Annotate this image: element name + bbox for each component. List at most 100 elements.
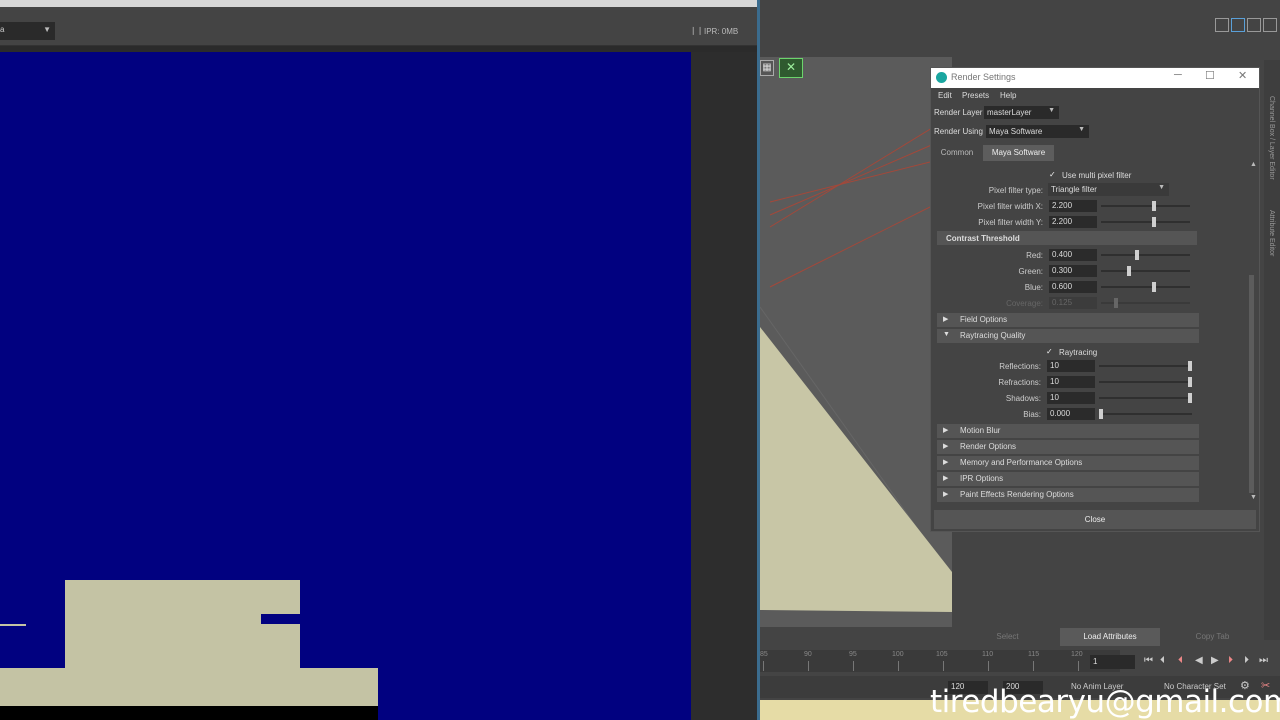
attribute-editor-icon[interactable] bbox=[1231, 18, 1245, 32]
step-forward-frame-icon[interactable]: ⏵ bbox=[1228, 655, 1233, 666]
pixel-filter-type-dropdown[interactable]: Triangle filter ▼ bbox=[1048, 183, 1169, 196]
scrollbar-thumb[interactable] bbox=[1249, 275, 1254, 493]
maximize-icon[interactable]: ☐ bbox=[1205, 69, 1215, 82]
channel-box-tab[interactable]: Channel Box / Layer Editor bbox=[1268, 96, 1275, 180]
tab-common[interactable]: Common bbox=[934, 145, 980, 161]
pixel-filter-width-y-field[interactable]: 2.200 bbox=[1049, 216, 1097, 228]
reflections-field[interactable]: 10 bbox=[1047, 360, 1095, 372]
slider-handle[interactable] bbox=[1099, 409, 1103, 419]
camera-dropdown[interactable]: a ▼ bbox=[0, 22, 55, 40]
slider-track[interactable] bbox=[1099, 365, 1192, 367]
play-back-icon[interactable]: ◀ bbox=[1195, 655, 1203, 666]
render-layer-dropdown[interactable]: masterLayer ▼ bbox=[984, 106, 1059, 119]
tick-label: 115 bbox=[1028, 651, 1040, 658]
tick-mark bbox=[763, 661, 764, 671]
blue-field[interactable]: 0.600 bbox=[1049, 281, 1097, 293]
slider-handle[interactable] bbox=[1135, 250, 1139, 260]
menu-help[interactable]: Help bbox=[1000, 91, 1016, 100]
tool-settings-icon[interactable] bbox=[1247, 18, 1261, 32]
slider-handle[interactable] bbox=[1126, 266, 1131, 276]
copy-tab-button[interactable]: Copy Tab bbox=[1160, 628, 1265, 646]
slider-track[interactable] bbox=[1099, 397, 1192, 399]
camera-toggle-icon[interactable]: ✕ bbox=[779, 58, 803, 78]
watermark-text: tiredbearyu@gmail.com bbox=[930, 684, 1280, 720]
slider-handle[interactable] bbox=[1188, 361, 1192, 371]
step-forward-key-icon[interactable]: ⏵ bbox=[1244, 655, 1249, 666]
chevron-down-icon: ▼ bbox=[1048, 107, 1055, 114]
menu-edit[interactable]: Edit bbox=[938, 91, 952, 100]
render-using-dropdown[interactable]: Maya Software ▼ bbox=[986, 125, 1089, 138]
3d-viewport[interactable] bbox=[760, 57, 952, 627]
slider-track[interactable] bbox=[1101, 254, 1190, 256]
shadows-field[interactable]: 10 bbox=[1047, 392, 1095, 404]
green-label: Green: bbox=[1018, 267, 1043, 276]
minimize-icon[interactable]: ─ bbox=[1174, 69, 1182, 81]
render-layer-value: masterLayer bbox=[987, 108, 1032, 117]
raytracing-quality-section[interactable]: ▼ Raytracing Quality bbox=[937, 329, 1199, 343]
red-field[interactable]: 0.400 bbox=[1049, 249, 1097, 261]
go-to-start-icon[interactable]: ⏮ bbox=[1144, 655, 1153, 666]
go-to-end-icon[interactable]: ⏭ bbox=[1259, 655, 1268, 666]
chevron-down-icon: ▼ bbox=[1078, 126, 1085, 133]
multi-pixel-filter-label: Use multi pixel filter bbox=[1062, 171, 1132, 180]
ipr-options-section[interactable]: ▶ IPR Options bbox=[937, 472, 1199, 486]
slider-handle[interactable] bbox=[1188, 393, 1192, 403]
raytracing-checkbox[interactable]: ✓ bbox=[1046, 347, 1055, 356]
channel-box-icon[interactable] bbox=[1263, 18, 1277, 32]
play-forward-icon[interactable]: ▶ bbox=[1211, 655, 1219, 666]
pixel-filter-width-x-field[interactable]: 2.200 bbox=[1049, 200, 1097, 212]
ipr-memory-readout: IPR: 0MB bbox=[704, 27, 739, 36]
load-attributes-button[interactable]: Load Attributes bbox=[1060, 628, 1160, 646]
coverage-label: Coverage: bbox=[1006, 299, 1043, 308]
render-geometry-block bbox=[65, 580, 300, 680]
tick-label: 90 bbox=[804, 651, 812, 658]
dialog-title: Render Settings bbox=[951, 72, 1016, 82]
step-back-key-icon[interactable]: ⏴ bbox=[1160, 655, 1165, 666]
maya-app-icon bbox=[936, 72, 947, 83]
slider-handle[interactable] bbox=[1152, 217, 1156, 227]
select-button[interactable]: Select bbox=[955, 628, 1060, 646]
memory-performance-section[interactable]: ▶ Memory and Performance Options bbox=[937, 456, 1199, 470]
field-options-section[interactable]: ▶ Field Options bbox=[937, 313, 1199, 327]
render-options-section[interactable]: ▶ Render Options bbox=[937, 440, 1199, 454]
paint-effects-section[interactable]: ▶ Paint Effects Rendering Options bbox=[937, 488, 1199, 502]
coverage-field: 0.125 bbox=[1049, 297, 1097, 309]
raytracing-quality-label: Raytracing Quality bbox=[960, 331, 1026, 340]
tick-mark bbox=[1033, 661, 1034, 671]
scroll-up-icon[interactable]: ▲ bbox=[1250, 161, 1257, 168]
slider-track[interactable] bbox=[1101, 205, 1190, 207]
section-label: Memory and Performance Options bbox=[960, 458, 1083, 467]
shadows-label: Shadows: bbox=[1005, 394, 1041, 403]
scroll-down-icon[interactable]: ▼ bbox=[1250, 494, 1257, 501]
slider-track[interactable] bbox=[1101, 270, 1190, 272]
close-icon[interactable]: ✕ bbox=[1238, 69, 1247, 82]
slider-track[interactable] bbox=[1101, 221, 1190, 223]
grid-icon[interactable]: ▦ bbox=[760, 60, 774, 76]
bias-field[interactable]: 0.000 bbox=[1047, 408, 1095, 420]
tick-label: 100 bbox=[892, 651, 904, 658]
multi-pixel-filter-checkbox[interactable]: ✓ bbox=[1049, 170, 1058, 179]
slider-track[interactable] bbox=[1099, 381, 1192, 383]
tab-maya-software[interactable]: Maya Software bbox=[983, 145, 1054, 161]
render-using-label: Render Using bbox=[934, 127, 983, 136]
pause-icon[interactable]: ❙❙ bbox=[690, 26, 703, 35]
step-back-frame-icon[interactable]: ⏴ bbox=[1178, 655, 1183, 666]
close-button[interactable]: Close bbox=[934, 510, 1256, 529]
current-frame-field[interactable]: 1 bbox=[1090, 655, 1135, 669]
tick-mark bbox=[988, 661, 989, 671]
slider-track[interactable] bbox=[1101, 286, 1190, 288]
expand-arrow-icon: ▶ bbox=[943, 491, 949, 498]
menu-presets[interactable]: Presets bbox=[962, 91, 989, 100]
slider-track[interactable] bbox=[1099, 413, 1192, 415]
section-label: Paint Effects Rendering Options bbox=[960, 490, 1074, 499]
layout-icon[interactable] bbox=[1215, 18, 1229, 32]
slider-handle[interactable] bbox=[1188, 377, 1192, 387]
tick-mark bbox=[898, 661, 899, 671]
slider-handle[interactable] bbox=[1152, 201, 1156, 211]
tick-mark bbox=[943, 661, 944, 671]
motion-blur-section[interactable]: ▶ Motion Blur bbox=[937, 424, 1199, 438]
attribute-editor-tab[interactable]: Attribute Editor bbox=[1268, 210, 1275, 256]
green-field[interactable]: 0.300 bbox=[1049, 265, 1097, 277]
refractions-field[interactable]: 10 bbox=[1047, 376, 1095, 388]
slider-handle[interactable] bbox=[1152, 282, 1156, 292]
